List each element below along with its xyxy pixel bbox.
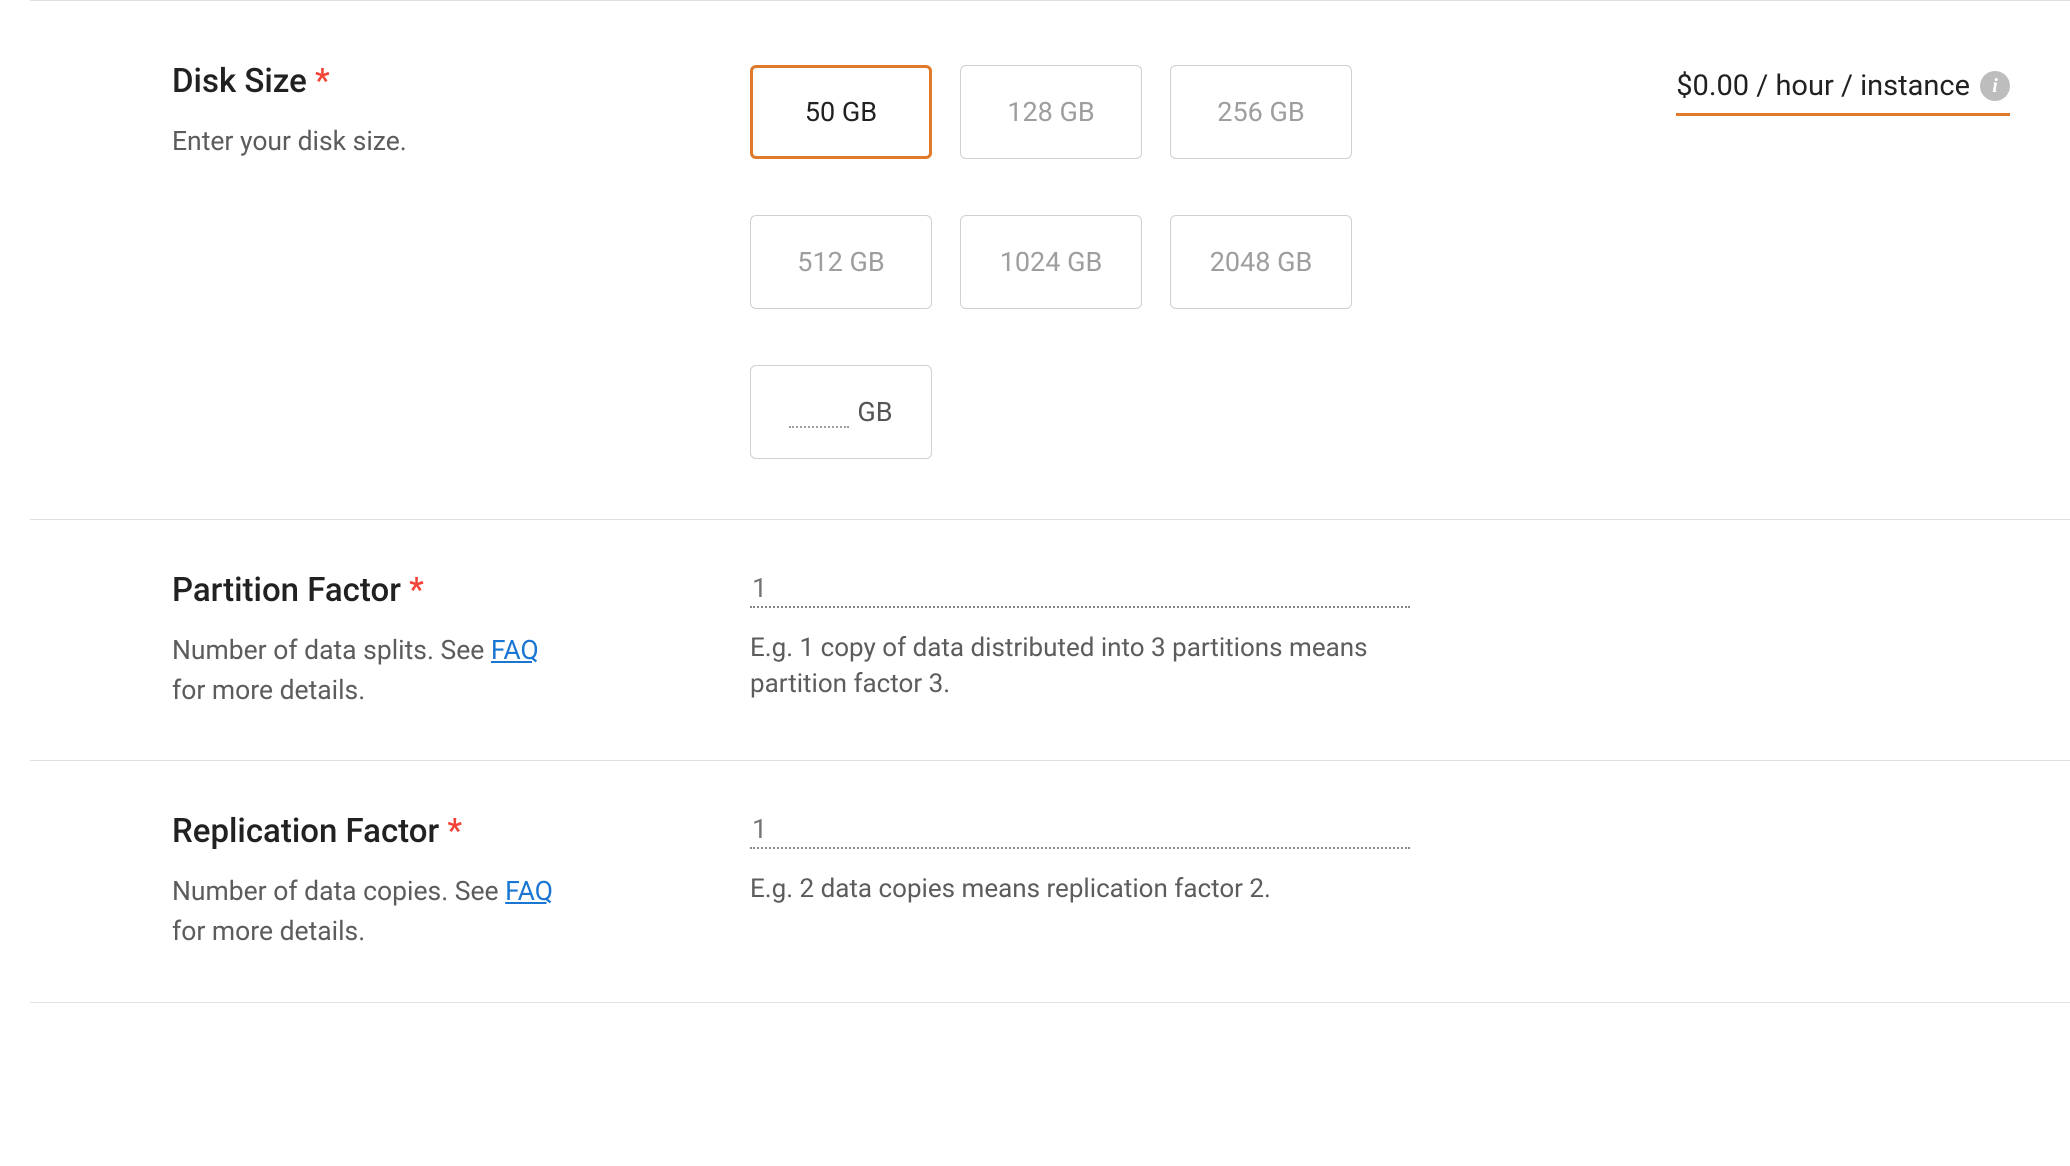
- disk-size-desc: Enter your disk size.: [172, 122, 570, 162]
- replication-desc-suffix: for more details.: [172, 916, 365, 947]
- disk-price-text: $0.00 / hour / instance: [1676, 69, 1970, 103]
- disk-option-custom[interactable]: GB: [750, 365, 932, 459]
- partition-factor-input[interactable]: [750, 570, 1410, 608]
- page: Disk Size * Enter your disk size. 50 GB …: [30, 0, 2070, 1166]
- replication-factor-input[interactable]: [750, 811, 1410, 849]
- partition-helper-text: E.g. 1 copy of data distributed into 3 p…: [750, 630, 1410, 703]
- disk-size-label-col: Disk Size * Enter your disk size.: [30, 61, 610, 459]
- disk-option-128gb[interactable]: 128 GB: [960, 65, 1142, 159]
- replication-input-wrap: E.g. 2 data copies means replication fac…: [610, 811, 1410, 907]
- partition-title-text: Partition Factor: [172, 571, 401, 610]
- disk-option-512gb[interactable]: 512 GB: [750, 215, 932, 309]
- replication-label-col: Replication Factor * Number of data copi…: [30, 811, 610, 951]
- disk-size-grid: 50 GB 128 GB 256 GB 512 GB 1024 GB 2048 …: [610, 61, 1510, 459]
- replication-faq-link[interactable]: FAQ: [505, 876, 553, 907]
- required-marker: *: [315, 62, 330, 101]
- required-marker: *: [447, 812, 462, 851]
- disk-option-label: 128 GB: [1007, 96, 1094, 128]
- disk-price-block: $0.00 / hour / instance i: [1676, 61, 2010, 116]
- disk-option-256gb[interactable]: 256 GB: [1170, 65, 1352, 159]
- disk-option-1024gb[interactable]: 1024 GB: [960, 215, 1142, 309]
- disk-option-label: 512 GB: [797, 246, 884, 278]
- partition-desc-suffix: for more details.: [172, 675, 365, 706]
- partition-input-col: E.g. 1 copy of data distributed into 3 p…: [610, 570, 1510, 710]
- partition-factor-section: Partition Factor * Number of data splits…: [30, 519, 2070, 760]
- partition-right-col: [1510, 570, 2070, 710]
- disk-option-label: 256 GB: [1217, 96, 1304, 128]
- partition-input-wrap: E.g. 1 copy of data distributed into 3 p…: [610, 570, 1410, 703]
- disk-price-col: $0.00 / hour / instance i: [1510, 61, 2070, 459]
- replication-right-col: [1510, 811, 2070, 951]
- disk-option-2048gb[interactable]: 2048 GB: [1170, 215, 1352, 309]
- disk-option-50gb[interactable]: 50 GB: [750, 65, 932, 159]
- disk-size-options-col: 50 GB 128 GB 256 GB 512 GB 1024 GB 2048 …: [610, 61, 1510, 459]
- replication-input-col: E.g. 2 data copies means replication fac…: [610, 811, 1510, 951]
- disk-size-title-text: Disk Size: [172, 62, 307, 101]
- disk-size-section: Disk Size * Enter your disk size. 50 GB …: [30, 0, 2070, 519]
- disk-custom-suffix: GB: [857, 396, 892, 428]
- partition-faq-link[interactable]: FAQ: [491, 635, 539, 666]
- disk-option-label: 2048 GB: [1210, 246, 1313, 278]
- disk-custom-input[interactable]: [789, 397, 849, 428]
- required-marker: *: [409, 571, 424, 610]
- replication-desc-prefix: Number of data copies. See: [172, 876, 505, 907]
- replication-title-text: Replication Factor: [172, 812, 439, 851]
- info-icon[interactable]: i: [1980, 71, 2010, 101]
- replication-desc: Number of data copies. See FAQ for more …: [172, 872, 570, 952]
- replication-helper-text: E.g. 2 data copies means replication fac…: [750, 871, 1410, 907]
- partition-desc-prefix: Number of data splits. See: [172, 635, 491, 666]
- disk-size-title: Disk Size *: [172, 61, 570, 104]
- replication-factor-section: Replication Factor * Number of data copi…: [30, 760, 2070, 1002]
- disk-option-label: 1024 GB: [1000, 246, 1103, 278]
- partition-title: Partition Factor *: [172, 570, 570, 613]
- partition-label-col: Partition Factor * Number of data splits…: [30, 570, 610, 710]
- partition-desc: Number of data splits. See FAQ for more …: [172, 631, 570, 711]
- replication-title: Replication Factor *: [172, 811, 570, 854]
- disk-option-label: 50 GB: [805, 96, 877, 128]
